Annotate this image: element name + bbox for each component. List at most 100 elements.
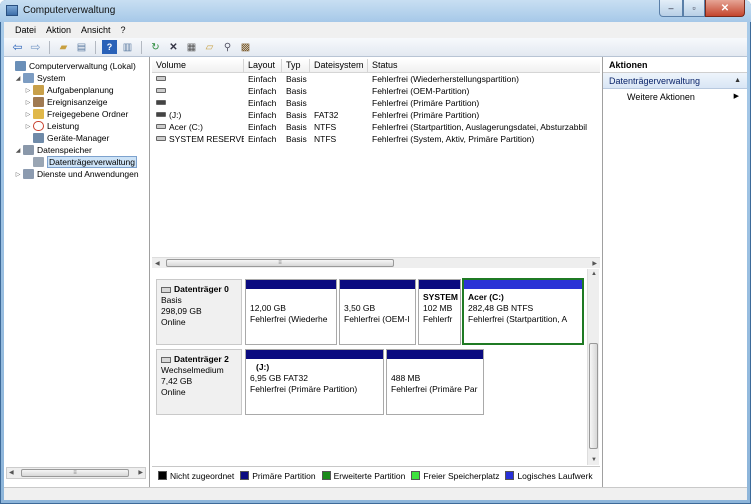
table-row[interactable]: (J:) Einfach Basis FAT32 Fehlerfrei (Pri… (152, 109, 600, 121)
partition-bar (340, 280, 415, 289)
toolbar: ⇦ ⇨ ▰ ▤ ? ▥ ↻ ✕ ▦ ▱ ⚲ ▩ (4, 38, 747, 57)
table-row[interactable]: Einfach Basis Fehlerfrei (Primäre Partit… (152, 97, 600, 109)
tree-label: System (37, 73, 66, 83)
scroll-right-icon[interactable]: ▶ (592, 260, 597, 267)
shared-folder-icon (33, 109, 44, 119)
legend-swatch (505, 471, 515, 480)
partition-size: 488 MB (391, 373, 421, 383)
search-icon[interactable]: ⚲ (220, 40, 235, 54)
collapse-icon[interactable]: ▲ (734, 73, 741, 89)
column-header-status[interactable]: Status (368, 59, 600, 72)
partition-title: (J:) (256, 362, 270, 372)
close-button[interactable]: ✕ (705, 0, 745, 17)
volume-list-horizontal-scrollbar[interactable]: ◀ ≡ ▶ (152, 257, 600, 268)
tree-twisty[interactable]: ◢ (14, 147, 22, 154)
tree-label: Computerverwaltung (Lokal) (29, 61, 136, 71)
legend-item: Freier Speicherplatz (411, 471, 499, 481)
tree-twisty[interactable]: ▷ (14, 171, 22, 178)
partition-title (246, 292, 336, 303)
tree-node-leistung[interactable]: ▷ Leistung (24, 120, 79, 132)
menu-ansicht[interactable]: Ansicht (76, 25, 116, 35)
partition-block-selected[interactable]: Acer (C:) 282,48 GB NTFS Fehlerfrei (Sta… (462, 278, 584, 345)
open-icon[interactable]: ▱ (202, 40, 217, 54)
partition-block[interactable]: 12,00 GB Fehlerfrei (Wiederhe (245, 279, 337, 345)
disk-type: Wechselmedium (161, 365, 224, 375)
minimize-button[interactable]: ‒ (659, 0, 683, 17)
performance-icon (33, 121, 44, 131)
partition-block[interactable]: SYSTEM 102 MB Fehlerfr (418, 279, 461, 345)
scroll-up-icon[interactable]: ▲ (591, 271, 597, 277)
tree-label: Freigegebene Ordner (47, 109, 129, 119)
volume-type: Basis (286, 98, 307, 108)
tree-twisty[interactable]: ▷ (24, 111, 32, 118)
column-header-typ[interactable]: Typ (282, 59, 310, 72)
actions-section-datentraegerverwaltung[interactable]: Datenträgerverwaltung ▲ (603, 73, 747, 89)
help-icon[interactable]: ? (102, 40, 117, 54)
scrollbar-thumb[interactable]: ≡ (166, 259, 394, 267)
menu-help[interactable]: ? (116, 25, 131, 35)
refresh-icon[interactable]: ↻ (148, 40, 163, 54)
tree-twisty[interactable]: ▷ (24, 123, 32, 130)
submenu-arrow-icon: ▶ (733, 93, 739, 100)
partition-block[interactable]: (J:) 6,95 GB FAT32 Fehlerfrei (Primäre P… (245, 349, 384, 415)
tree-node-system[interactable]: ◢ System (14, 72, 65, 84)
scroll-down-icon[interactable]: ▼ (591, 457, 597, 463)
volume-status: Fehlerfrei (Wiederherstellungspartition) (372, 74, 519, 84)
action-weitere-aktionen[interactable]: Weitere Aktionen ▶ (603, 89, 747, 105)
volume-name: Acer (C:) (169, 122, 203, 132)
partition-block[interactable]: 3,50 GB Fehlerfrei (OEM-I (339, 279, 416, 345)
legend-swatch (240, 471, 250, 480)
disk-0-label[interactable]: Datenträger 0 Basis 298,09 GB Online (156, 279, 242, 345)
disk-2-label[interactable]: Datenträger 2 Wechselmedium 7,42 GB Onli… (156, 349, 242, 415)
volume-layout: Einfach (248, 110, 277, 120)
table-row[interactable]: SYSTEM RESERVED Einfach Basis NTFS Fehle… (152, 133, 600, 145)
volume-layout: Einfach (248, 74, 277, 84)
partition-block[interactable]: 488 MB Fehlerfrei (Primäre Par (386, 349, 484, 415)
tree-twisty[interactable]: ▷ (24, 87, 32, 94)
forward-icon[interactable]: ⇨ (28, 40, 43, 54)
show-hide-action-pane-icon[interactable]: ▥ (120, 40, 135, 54)
disk-view-vertical-scrollbar[interactable]: ▲ ▼ (587, 269, 599, 465)
tree-node-root[interactable]: Computerverwaltung (Lokal) (6, 60, 136, 72)
table-row[interactable]: Einfach Basis Fehlerfrei (Wiederherstell… (152, 73, 600, 85)
tree-node-aufgabenplanung[interactable]: ▷ Aufgabenplanung (24, 84, 114, 96)
column-header-layout[interactable]: Layout (244, 59, 282, 72)
volume-layout: Einfach (248, 122, 277, 132)
scrollbar-thumb[interactable] (589, 343, 598, 449)
disk-state: Online (161, 317, 186, 327)
tree-node-datentraegerverwaltung[interactable]: Datenträgerverwaltung (24, 156, 137, 168)
scrollbar-thumb[interactable]: ≡ (21, 469, 129, 477)
scroll-left-icon[interactable]: ◀ (155, 260, 160, 267)
partition-status: Fehlerfrei (Primäre Partition) (250, 384, 358, 394)
column-header-dateisystem[interactable]: Dateisystem (310, 59, 368, 72)
column-header-volume[interactable]: Volume (152, 59, 244, 72)
table-row[interactable]: Einfach Basis Fehlerfrei (OEM-Partition) (152, 85, 600, 97)
properties-icon[interactable]: ▦ (184, 40, 199, 54)
menu-datei[interactable]: Datei (10, 25, 41, 35)
legend-label: Nicht zugeordnet (170, 470, 235, 481)
show-hide-tree-icon[interactable]: ▤ (74, 40, 89, 54)
table-row[interactable]: Acer (C:) Einfach Basis NTFS Fehlerfrei … (152, 121, 600, 133)
scroll-right-icon[interactable]: ▶ (138, 469, 143, 476)
scroll-left-icon[interactable]: ◀ (9, 469, 14, 476)
tree-node-freigegebene-ordner[interactable]: ▷ Freigegebene Ordner (24, 108, 128, 120)
up-folder-icon[interactable]: ▰ (56, 40, 71, 54)
tree-twisty[interactable]: ▷ (24, 99, 32, 106)
tree-horizontal-scrollbar[interactable]: ◀ ≡ ▶ (6, 467, 146, 479)
storage-icon (23, 145, 34, 155)
title-bar[interactable]: Computerverwaltung ‒ ▫ ✕ (0, 0, 751, 22)
services-icon (23, 169, 34, 179)
menu-aktion[interactable]: Aktion (41, 25, 76, 35)
back-icon[interactable]: ⇦ (10, 40, 25, 54)
drive-icon (156, 76, 166, 81)
volume-status: Fehlerfrei (System, Aktiv, Primäre Parti… (372, 134, 535, 144)
tree-twisty[interactable]: ◢ (14, 75, 22, 82)
tree-node-datenspeicher[interactable]: ◢ Datenspeicher (14, 144, 92, 156)
maximize-button[interactable]: ▫ (683, 0, 705, 17)
legend-item: Nicht zugeordnet (158, 471, 234, 481)
delete-icon[interactable]: ✕ (166, 40, 181, 54)
tree-node-geraete-manager[interactable]: Geräte-Manager (24, 132, 109, 144)
settings-icon[interactable]: ▩ (238, 40, 253, 54)
tree-node-ereignisanzeige[interactable]: ▷ Ereignisanzeige (24, 96, 107, 108)
tree-node-dienste[interactable]: ▷ Dienste und Anwendungen (14, 168, 139, 180)
